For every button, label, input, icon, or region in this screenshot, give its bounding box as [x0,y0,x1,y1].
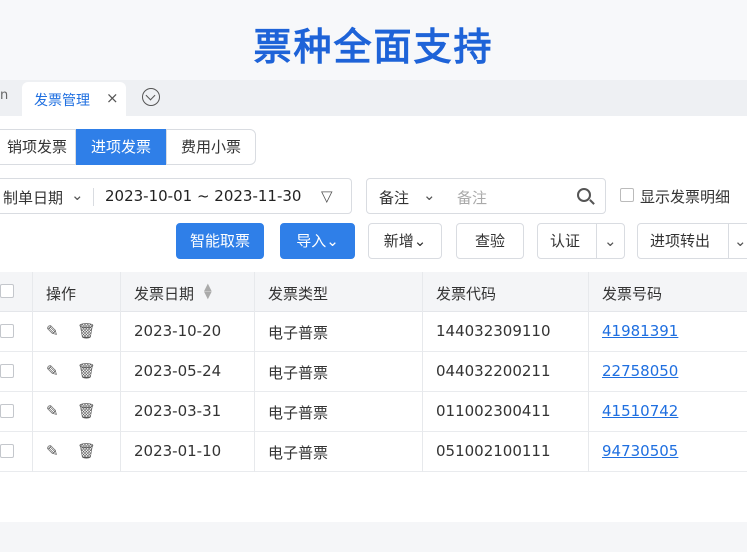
row-checkbox[interactable] [0,444,14,458]
column-divider [32,272,33,472]
auth-button[interactable]: 认证 ⌄ [537,223,625,259]
import-label: 导入 [296,232,327,250]
tab-label: 发票管理 [34,93,90,109]
search-icon[interactable] [577,188,591,202]
divider [728,224,729,258]
chevron-down-icon: ⌄ [423,186,436,204]
show-detail-checkbox[interactable] [620,188,634,202]
trash-icon[interactable]: 🗑 [77,322,96,340]
banner-title: 票种全面支持 [253,25,494,69]
trash-icon[interactable]: 🗑 [77,442,96,460]
chevron-down-icon: ⌄ [326,232,339,250]
cell-code: 051002100111 [436,442,551,460]
note-filter[interactable]: 备注 ⌄ 备注 [366,178,606,214]
cell-code: 044032200211 [436,362,551,380]
row-checkbox[interactable] [0,364,14,378]
show-detail-label: 显示发票明细 [640,188,731,206]
table-row[interactable]: ✎ 🗑 2023-05-24 电子普票 044032200211 2275805… [0,352,747,392]
tab-home-stub[interactable]: n [0,88,8,106]
filter-icon[interactable]: ▽ [321,187,333,205]
header-invoice-number: 发票号码 [602,285,663,303]
segment-input-invoice[interactable]: 进项发票 [76,129,166,165]
smart-fetch-button[interactable]: 智能取票 [176,223,264,259]
verify-button[interactable]: 查验 [456,223,524,259]
table-row[interactable]: ✎ 🗑 2023-03-31 电子普票 011002300411 4151074… [0,392,747,432]
header-actions: 操作 [46,285,77,303]
trash-icon[interactable]: 🗑 [77,362,96,380]
edit-icon[interactable]: ✎ [46,402,59,420]
column-divider [422,272,423,472]
auth-label: 认证 [550,232,581,250]
column-divider [588,272,589,472]
cell-type: 电子普票 [268,404,329,422]
page-footer-area [0,522,747,552]
cell-number-link[interactable]: 41510742 [602,402,678,420]
column-divider [254,272,255,472]
cell-number-link[interactable]: 22758050 [602,362,678,380]
cell-code: 144032309110 [436,322,551,340]
header-invoice-code: 发票代码 [436,285,497,303]
transfer-label: 进项转出 [650,232,711,250]
trash-icon[interactable]: 🗑 [77,402,96,420]
cell-number-link[interactable]: 41981391 [602,322,678,340]
cell-date: 2023-05-24 [134,362,222,380]
note-field-select[interactable]: 备注 [379,187,409,208]
tab-invoice-management[interactable]: 发票管理 × [22,82,126,116]
row-checkbox[interactable] [0,404,14,418]
table-row[interactable]: ✎ 🗑 2023-10-20 电子普票 144032309110 4198139… [0,312,747,352]
edit-icon[interactable]: ✎ [46,442,59,460]
date-range-input[interactable]: 2023-10-01 ~ 2023-11-30 [105,187,301,205]
divider [596,224,597,258]
chevron-circle-icon[interactable] [142,88,160,106]
chevron-down-icon: ⌄ [413,232,427,250]
cell-date: 2023-01-10 [134,442,222,460]
cell-code: 011002300411 [436,402,551,420]
header-invoice-type: 发票类型 [268,285,329,303]
cell-number-link[interactable]: 94730505 [602,442,678,460]
add-label: 新增 [383,232,414,250]
close-icon[interactable]: × [106,89,119,107]
chevron-down-icon: ⌄ [71,186,84,204]
cell-date: 2023-03-31 [134,402,222,420]
input-transfer-button[interactable]: 进项转出 ⌄ [637,223,747,259]
chevron-down-icon[interactable]: ⌄ [734,224,747,258]
cell-type: 电子普票 [268,324,329,342]
cell-date: 2023-10-20 [134,322,222,340]
column-divider [120,272,121,472]
select-all-checkbox[interactable] [0,284,14,298]
sort-icon[interactable]: ▲ ▼ [204,283,212,301]
cell-type: 电子普票 [268,364,329,382]
segment-expense-receipt[interactable]: 费用小票 [166,129,256,165]
note-search-input[interactable]: 备注 [457,187,487,208]
segment-sales-invoice[interactable]: 销项发票 [0,129,76,165]
edit-icon[interactable]: ✎ [46,322,59,340]
chevron-down-icon[interactable]: ⌄ [604,224,617,258]
banner: 票种全面支持 [0,0,747,80]
date-field-select[interactable]: 制单日期 [3,187,63,208]
table-row[interactable]: ✎ 🗑 2023-01-10 电子普票 051002100111 9473050… [0,432,747,472]
add-button[interactable]: 新增⌄ [368,223,442,259]
import-button[interactable]: 导入⌄ [280,223,355,259]
row-checkbox[interactable] [0,324,14,338]
cell-type: 电子普票 [268,444,329,462]
date-filter[interactable]: 制单日期 ⌄ 2023-10-01 ~ 2023-11-30 ▽ [0,178,352,214]
edit-icon[interactable]: ✎ [46,362,59,380]
table-header: 操作 发票日期 ▲ ▼ 发票类型 发票代码 发票号码 [0,272,747,312]
header-invoice-date[interactable]: 发票日期 [134,283,194,304]
divider [93,188,94,206]
